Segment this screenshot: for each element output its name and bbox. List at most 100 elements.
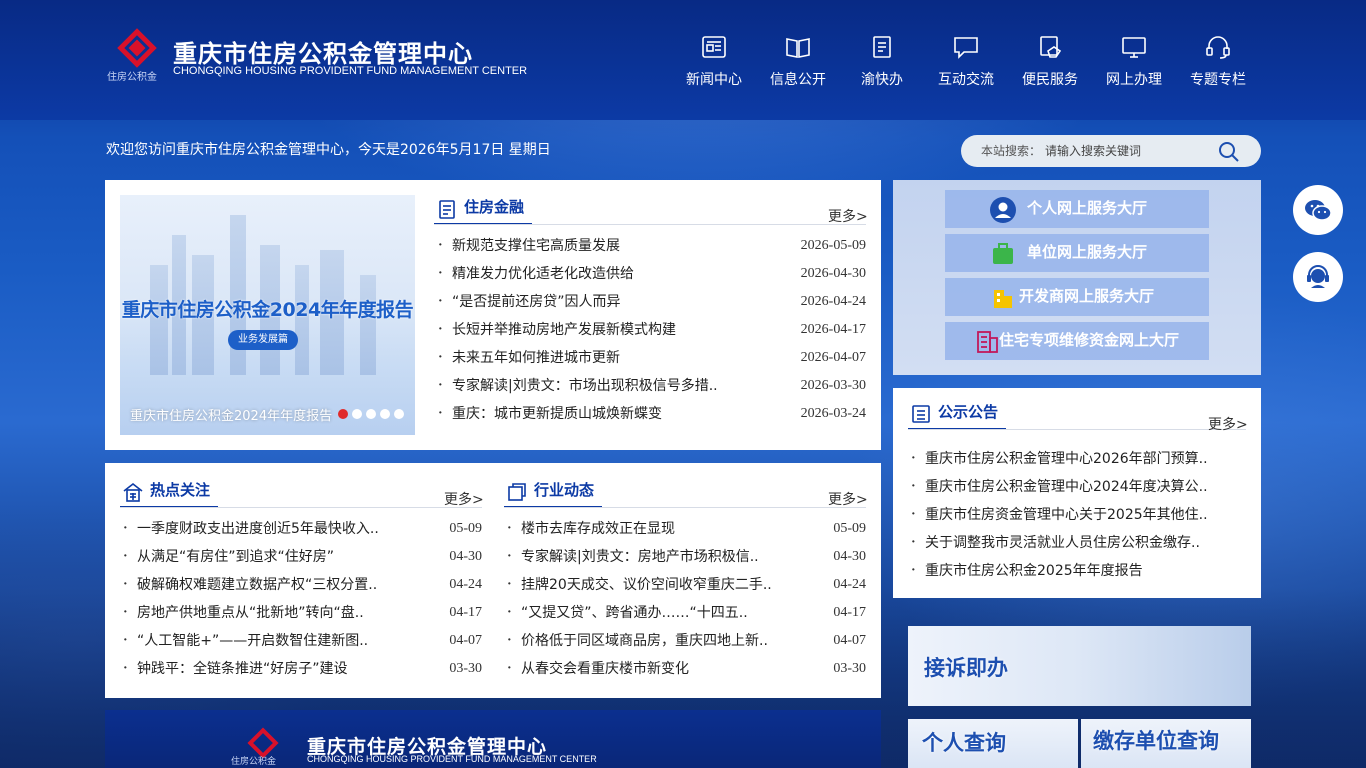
list-item[interactable]: 重庆市住房资金管理中心关于2025年其他住.. [911,501,1231,529]
clipboard-icon [873,36,891,58]
carousel-dot[interactable] [352,409,362,419]
carousel-dot[interactable] [380,409,390,419]
footer-subtitle: CHONGQING HOUSING PROVIDENT FUND MANAGEM… [307,754,597,764]
section-title-text: 公示公告 [938,403,999,421]
customer-service-icon [1307,265,1329,288]
banner-carousel[interactable]: 重庆市住房公积金2024年年度报告 业务发展篇 重庆市住房公积金2024年年度报… [120,195,415,435]
logo-title: 重庆市住房公积金管理中心 [173,40,473,68]
notice-list: 重庆市住房公积金管理中心2026年部门预算.. 重庆市住房公积金管理中心2024… [911,445,1231,585]
nav-item-info-disclosure[interactable]: 信息公开 [756,30,840,92]
service-label: 开发商网上服务大厅 [1019,287,1155,305]
quick-link-label: 个人查询 [922,731,1006,755]
service-label: 住宅专项维修资金网上大厅 [999,331,1180,349]
section-divider [120,507,482,508]
section-title[interactable]: 行业动态 [504,478,603,508]
hot-and-industry-panel: 热点关注 更多> 一季度财政支出进度创近5年最快收入..05-09 从满足“有房… [105,463,881,698]
personal-service-hall-button[interactable]: 个人网上服务大厅 [945,190,1209,228]
personal-query-link[interactable]: 个人查询 [908,719,1078,768]
list-item[interactable]: 未来五年如何推进城市更新2026-04-07 [438,344,866,372]
monitor-icon [1122,37,1146,58]
industry-news-list: 楼市去库存成效正在显现05-09 专家解读|刘贵文：房地产市场积极信..04-3… [507,515,866,683]
list-item[interactable]: 一季度财政支出进度创近5年最快收入..05-09 [123,515,482,543]
list-item[interactable]: 长短并举推动房地产发展新模式构建2026-04-17 [438,316,866,344]
list-item[interactable]: 破解确权难题建立数据产权“三权分置..04-24 [123,571,482,599]
list-item[interactable]: 重庆市住房公积金2025年年度报告 [911,557,1231,585]
hot-focus-list: 一季度财政支出进度创近5年最快收入..05-09 从满足“有房住”到追求“住好房… [123,515,482,683]
nav-item-news[interactable]: 新闻中心 [672,30,756,92]
unit-query-link[interactable]: 缴存单位查询 [1081,719,1251,768]
notice-more-link[interactable]: 更多> [1208,414,1248,434]
wechat-icon [1305,200,1332,221]
list-item[interactable]: 关于调整我市灵活就业人员住房公积金缴存.. [911,529,1231,557]
search-icon[interactable] [1217,140,1241,164]
list-item[interactable]: 楼市去库存成效正在显现05-09 [507,515,866,543]
wechat-float-button[interactable] [1293,185,1343,235]
carousel-dot[interactable] [338,409,348,419]
nav-item-convenience[interactable]: 便民服务 [1008,30,1092,92]
site-logo[interactable]: 住房公积金 重庆市住房公积金管理中心 CHONGQING HOUSING PRO… [107,28,527,83]
logo-tiny-text: 住房公积金 [107,72,157,83]
quick-link-label: 缴存单位查询 [1093,729,1219,753]
main-nav: 新闻中心 信息公开 渝快办 互动交流 便民服务 网上办理 专题专栏 [672,30,1260,92]
nav-item-yukuaiban[interactable]: 渝快办 [840,30,924,92]
nav-item-interaction[interactable]: 互动交流 [924,30,1008,92]
banner-tag: 业务发展篇 [228,330,298,350]
nav-item-special-topics[interactable]: 专题专栏 [1176,30,1260,92]
section-divider [908,429,1246,430]
section-title[interactable]: 公示公告 [908,400,1007,430]
developer-service-hall-button[interactable]: 开发商网上服务大厅 [945,278,1209,316]
news-panel: 重庆市住房公积金2024年年度报告 业务发展篇 重庆市住房公积金2024年年度报… [105,180,881,450]
list-item[interactable]: 重庆市住房公积金管理中心2024年度决算公.. [911,473,1231,501]
list-icon [912,405,930,423]
list-item[interactable]: 挂牌20天成交、议价空间收窄重庆二手..04-24 [507,571,866,599]
person-icon [990,197,1016,223]
list-item[interactable]: 精准发力优化适老化改造供给2026-04-30 [438,260,866,288]
document-icon [439,200,455,219]
list-item[interactable]: “人工智能+”——开启数智住建新图..04-07 [123,627,482,655]
list-item[interactable]: 重庆市住房公积金管理中心2026年部门预算.. [911,445,1231,473]
copy-icon [508,483,526,501]
section-title-text: 行业动态 [534,481,595,499]
search-input[interactable] [1045,140,1205,162]
list-item[interactable]: 价格低于同区域商品房，重庆四地上新..04-07 [507,627,866,655]
unit-service-hall-button[interactable]: 单位网上服务大厅 [945,234,1209,272]
housing-finance-more-link[interactable]: 更多> [828,206,868,226]
list-item[interactable]: 重庆：城市更新提质山城焕新蝶变2026-03-24 [438,400,866,428]
section-title[interactable]: 住房金融 [434,195,533,225]
hot-focus-more-link[interactable]: 更多> [444,489,484,509]
list-item[interactable]: 从满足“有房住”到追求“住好房”04-30 [123,543,482,571]
quick-link-label: 接诉即办 [924,656,1008,680]
online-service-halls: 个人网上服务大厅 单位网上服务大厅 开发商网上服务大厅 住宅专项维修资金网上大厅 [893,180,1261,375]
list-item[interactable]: 钟践平：全链条推进“好房子”建设03-30 [123,655,482,683]
list-item[interactable]: 新规范支撑住宅高质量发展2026-05-09 [438,232,866,260]
house-yuan-icon [123,482,143,502]
list-item[interactable]: “是否提前还房贷”因人而异2026-04-24 [438,288,866,316]
carousel-dot[interactable] [394,409,404,419]
banner-title: 重庆市住房公积金2024年年度报告 [121,299,414,321]
housing-finance-list: 新规范支撑住宅高质量发展2026-05-09 精准发力优化适老化改造供给2026… [438,232,866,428]
search-label: 本站搜索： [981,144,1042,158]
nav-label: 便民服务 [1022,72,1078,88]
industry-news-more-link[interactable]: 更多> [828,489,868,509]
carousel-dot[interactable] [366,409,376,419]
nav-item-online-handling[interactable]: 网上办理 [1092,30,1176,92]
nav-label: 互动交流 [938,72,994,88]
list-item[interactable]: “又提又贷”、跨省通办……“十四五..04-17 [507,599,866,627]
section-title-text: 热点关注 [150,481,211,499]
list-item[interactable]: 专家解读|刘贵文：房地产市场积极信..04-30 [507,543,866,571]
list-item[interactable]: 房地产供地重点从“批新地”转向“盘..04-17 [123,599,482,627]
service-label: 单位网上服务大厅 [1027,243,1148,261]
nav-label: 信息公开 [770,72,826,88]
section-title[interactable]: 热点关注 [120,478,219,508]
section-divider [504,507,866,508]
customer-service-float-button[interactable] [1293,252,1343,302]
complaint-handling-link[interactable]: 接诉即办 [908,626,1251,706]
maintenance-fund-hall-button[interactable]: 住宅专项维修资金网上大厅 [945,322,1209,360]
list-item[interactable]: 专家解读|刘贵文：市场出现积极信号多措..2026-03-30 [438,372,866,400]
chat-bubble-icon [954,37,978,59]
site-search: 本站搜索： [961,135,1261,167]
notice-panel: 公示公告 更多> 重庆市住房公积金管理中心2026年部门预算.. 重庆市住房公积… [893,388,1261,598]
list-item[interactable]: 从春交会看重庆楼市新变化03-30 [507,655,866,683]
section-divider [434,224,866,225]
logo-subtitle: CHONGQING HOUSING PROVIDENT FUND MANAGEM… [173,65,528,77]
